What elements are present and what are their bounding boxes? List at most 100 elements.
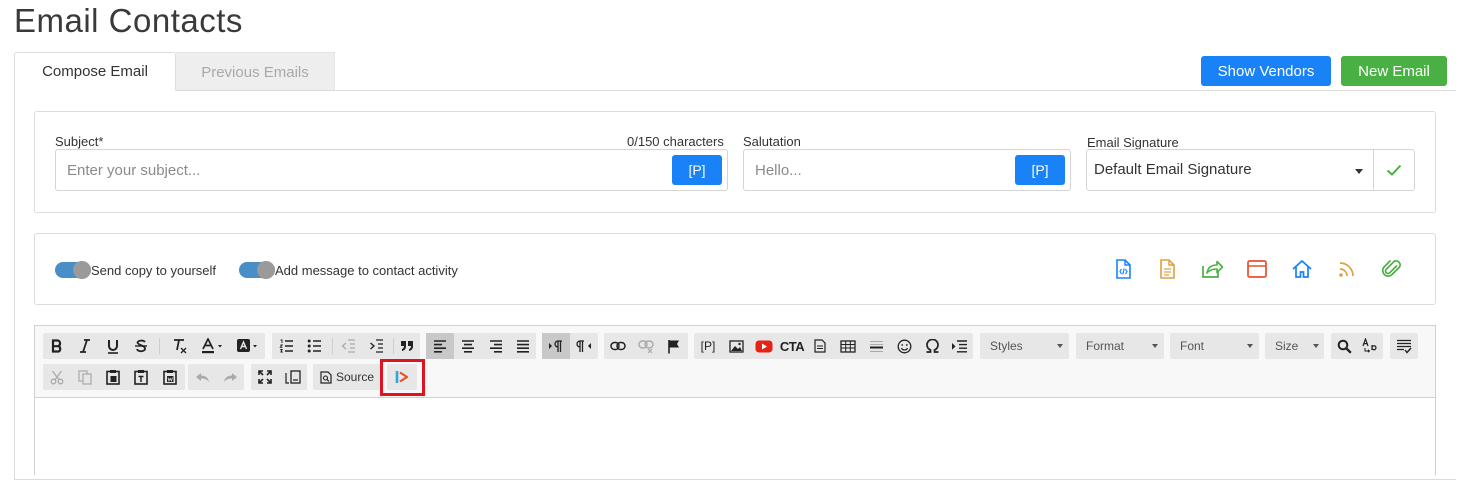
link-button[interactable] bbox=[604, 333, 632, 359]
text-color-icon bbox=[201, 338, 222, 354]
send-copy-label: Send copy to yourself bbox=[91, 263, 217, 278]
remove-format-button[interactable] bbox=[165, 333, 195, 359]
paperclip-icon[interactable] bbox=[1381, 258, 1403, 280]
cta-button[interactable]: CTA bbox=[778, 333, 806, 359]
lists-group bbox=[272, 333, 420, 359]
insert-placeholder-button[interactable]: [P] bbox=[694, 333, 722, 359]
toggle-knob bbox=[257, 261, 275, 279]
salutation-placeholder-button[interactable]: [P] bbox=[1015, 155, 1065, 185]
tab-previous-emails[interactable]: Previous Emails bbox=[176, 52, 335, 91]
spellcheck-button[interactable] bbox=[1390, 333, 1418, 359]
document-icon[interactable] bbox=[1156, 258, 1178, 280]
add-activity-toggle[interactable] bbox=[239, 261, 275, 279]
find-replace-icon bbox=[1361, 338, 1377, 353]
bold-button[interactable] bbox=[43, 333, 71, 359]
show-vendors-button[interactable]: Show Vendors bbox=[1201, 56, 1331, 86]
chevron-down-icon bbox=[1313, 344, 1319, 348]
align-center-button[interactable] bbox=[454, 333, 482, 359]
alignment-group bbox=[426, 333, 536, 359]
horizontal-line-button[interactable] bbox=[862, 333, 890, 359]
youtube-button[interactable] bbox=[750, 333, 778, 359]
rtl-button[interactable] bbox=[570, 333, 598, 359]
maximize-button[interactable] bbox=[251, 364, 279, 390]
spellcheck-icon bbox=[1397, 339, 1412, 354]
ltr-button[interactable] bbox=[542, 333, 570, 359]
page-break-button[interactable] bbox=[806, 333, 834, 359]
paste-button[interactable] bbox=[99, 364, 127, 390]
align-right-button[interactable] bbox=[482, 333, 510, 359]
highlight-box bbox=[380, 359, 425, 396]
paste-text-button[interactable] bbox=[127, 364, 155, 390]
background-color-button[interactable] bbox=[230, 333, 265, 359]
copy-button[interactable] bbox=[71, 364, 99, 390]
check-icon bbox=[1386, 164, 1402, 176]
styles-dropdown-label: Styles bbox=[990, 339, 1023, 353]
size-dropdown[interactable]: Size bbox=[1265, 333, 1324, 359]
show-blocks-icon bbox=[285, 370, 301, 384]
numbered-list-button[interactable] bbox=[272, 333, 300, 359]
links-group bbox=[604, 333, 688, 359]
unlink-button[interactable] bbox=[632, 333, 660, 359]
left-to-right-icon bbox=[549, 340, 562, 352]
cut-icon bbox=[50, 370, 64, 384]
rss-icon[interactable] bbox=[1336, 258, 1358, 280]
justify-icon bbox=[517, 339, 529, 353]
redo-button[interactable] bbox=[216, 364, 244, 390]
align-left-icon bbox=[434, 339, 446, 353]
subject-placeholder-button[interactable]: [P] bbox=[672, 155, 722, 185]
align-right-icon bbox=[490, 339, 502, 353]
font-dropdown[interactable]: Font bbox=[1170, 333, 1259, 359]
table-button[interactable] bbox=[834, 333, 862, 359]
toolbar-separator bbox=[332, 338, 333, 354]
text-color-button[interactable] bbox=[195, 333, 230, 359]
special-character-button[interactable] bbox=[918, 333, 946, 359]
editor-toolbar: [P] CTA Styles Format Font Size Source bbox=[35, 326, 1435, 398]
emoji-button[interactable] bbox=[890, 333, 918, 359]
home-icon[interactable] bbox=[1291, 258, 1313, 280]
redo-icon bbox=[223, 372, 237, 382]
editor-content-area[interactable] bbox=[35, 398, 1435, 476]
show-blocks-button[interactable] bbox=[279, 364, 307, 390]
strikethrough-button[interactable] bbox=[127, 333, 155, 359]
source-icon bbox=[320, 370, 332, 384]
bulleted-list-button[interactable] bbox=[300, 333, 328, 359]
maximize-icon bbox=[258, 370, 272, 384]
blockquote-button[interactable] bbox=[394, 333, 420, 359]
undo-button[interactable] bbox=[188, 364, 216, 390]
increase-indent-button[interactable] bbox=[362, 333, 390, 359]
source-group: Source bbox=[313, 364, 381, 390]
paste-from-word-button[interactable] bbox=[155, 364, 185, 390]
paste-icon bbox=[106, 370, 120, 385]
share-icon[interactable] bbox=[1200, 258, 1224, 280]
font-dropdown-label: Font bbox=[1180, 339, 1205, 353]
source-button[interactable]: Source bbox=[313, 364, 381, 390]
subject-placeholder: Enter your subject... bbox=[67, 162, 201, 179]
styles-dropdown[interactable]: Styles bbox=[980, 333, 1069, 359]
bulleted-list-icon bbox=[307, 339, 321, 353]
iframe-button[interactable] bbox=[946, 333, 973, 359]
confirm-signature-button[interactable] bbox=[1373, 149, 1415, 191]
html-file-icon[interactable] bbox=[1112, 258, 1134, 280]
anchor-button[interactable] bbox=[660, 333, 688, 359]
decrease-indent-button[interactable] bbox=[334, 333, 362, 359]
new-email-button[interactable]: New Email bbox=[1341, 56, 1447, 86]
tab-compose-email[interactable]: Compose Email bbox=[14, 52, 176, 91]
underline-button[interactable] bbox=[99, 333, 127, 359]
email-signature-select[interactable]: Default Email Signature bbox=[1086, 149, 1374, 191]
outdent-icon bbox=[341, 339, 355, 353]
cut-button[interactable] bbox=[43, 364, 71, 390]
image-button[interactable] bbox=[722, 333, 750, 359]
send-copy-toggle[interactable] bbox=[55, 261, 91, 279]
find-button[interactable] bbox=[1331, 333, 1357, 359]
replace-button[interactable] bbox=[1357, 333, 1383, 359]
align-left-button[interactable] bbox=[426, 333, 454, 359]
subject-label: Subject* bbox=[55, 134, 104, 149]
smiley-icon bbox=[897, 339, 911, 353]
justify-button[interactable] bbox=[510, 333, 536, 359]
italic-button[interactable] bbox=[71, 333, 99, 359]
salutation-input[interactable]: Hello... [P] bbox=[743, 149, 1071, 191]
format-dropdown-label: Format bbox=[1086, 339, 1125, 353]
browser-window-icon[interactable] bbox=[1246, 258, 1268, 280]
subject-input[interactable]: Enter your subject... [P] bbox=[55, 149, 728, 191]
format-dropdown[interactable]: Format bbox=[1076, 333, 1164, 359]
